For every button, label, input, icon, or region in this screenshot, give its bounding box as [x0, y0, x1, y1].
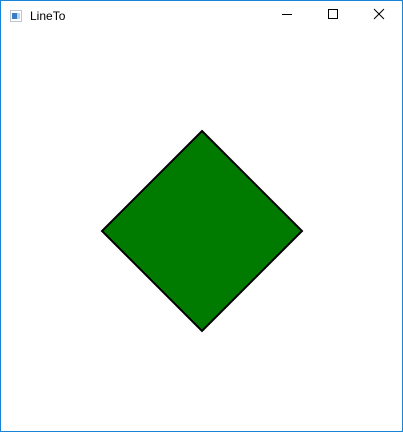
- drawing-area[interactable]: [1, 31, 402, 431]
- minimize-icon: [281, 7, 293, 25]
- close-button[interactable]: [356, 1, 402, 31]
- title-bar[interactable]: LineTo: [1, 1, 402, 31]
- app-window: LineTo: [0, 0, 403, 432]
- maximize-icon: [327, 7, 339, 25]
- minimize-button[interactable]: [264, 1, 310, 31]
- drawing-canvas: [100, 129, 304, 333]
- diamond-shape: [100, 129, 304, 333]
- app-icon[interactable]: [10, 9, 22, 22]
- close-icon: [373, 7, 385, 25]
- maximize-button[interactable]: [310, 1, 356, 31]
- window-title: LineTo: [30, 9, 66, 23]
